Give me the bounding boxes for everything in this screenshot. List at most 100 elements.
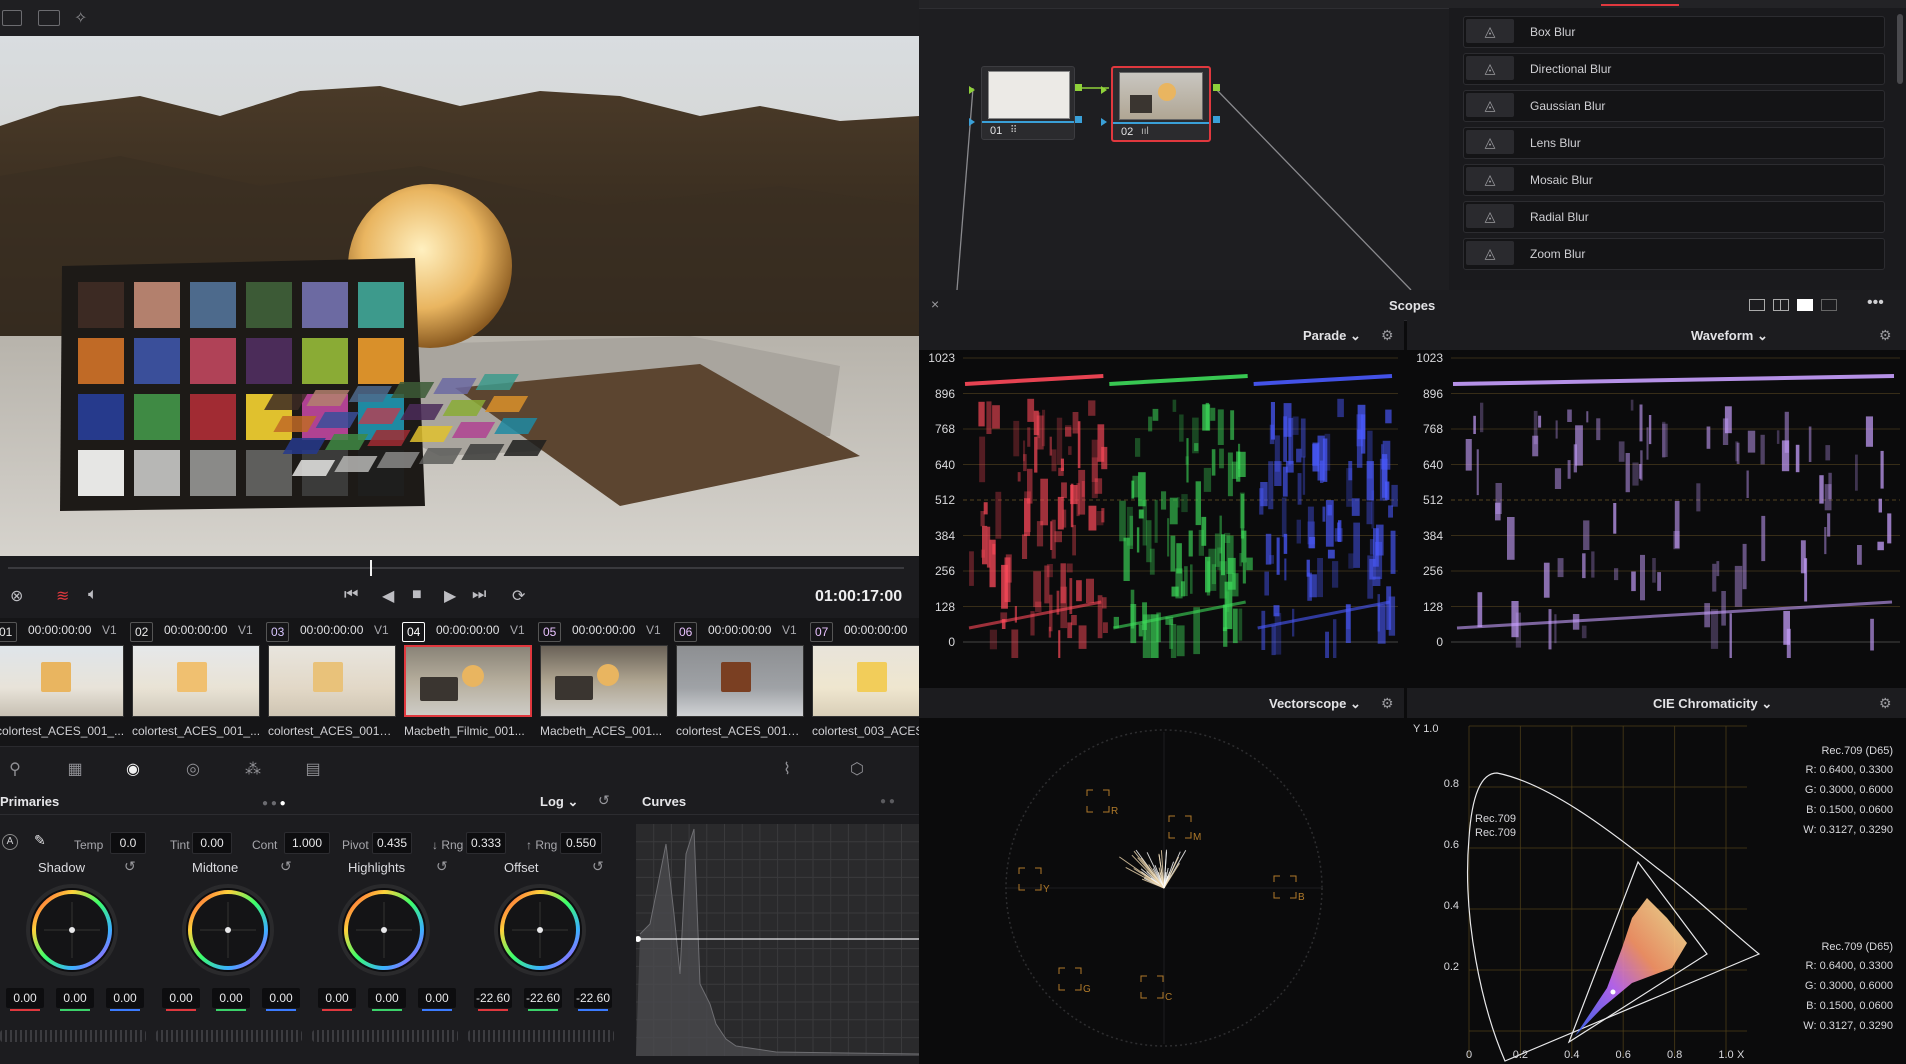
color-wheel[interactable] (22, 880, 122, 980)
scope-settings-icon[interactable]: ⚙︎ (1879, 695, 1892, 712)
layout-quad-alt-icon[interactable] (1821, 299, 1837, 311)
node-02[interactable]: 02 ııl (1111, 66, 1211, 142)
clip-06[interactable]: 06 00:00:00:00 V1 colortest_ACES_001_l... (674, 618, 809, 746)
node-01[interactable]: 01 ⠿ (981, 66, 1075, 140)
wheel-value[interactable]: -22.60 (474, 988, 512, 1008)
effect-item[interactable]: ◬ Radial Blur (1463, 201, 1885, 233)
wheel-reset-icon[interactable]: ↺ (436, 858, 448, 875)
clip-02[interactable]: 02 00:00:00:00 V1 colortest_ACES_001_... (130, 618, 265, 746)
wheel-value[interactable]: -22.60 (574, 988, 612, 1008)
layout-dual-icon[interactable] (1773, 299, 1789, 311)
stop-icon[interactable]: ■ (412, 586, 422, 604)
wheel-value[interactable]: 0.00 (212, 988, 250, 1008)
channel-indicator (422, 1009, 452, 1011)
node-input-alpha[interactable] (1101, 118, 1107, 126)
wheel-reset-icon[interactable]: ↺ (280, 858, 292, 875)
wheel-value[interactable]: 0.00 (106, 988, 144, 1008)
cie-select[interactable]: CIE Chromaticity ⌄ (1653, 696, 1772, 712)
vectorscope-select[interactable]: Vectorscope ⌄ (1269, 696, 1361, 712)
play-icon[interactable]: ▶︎ (444, 586, 456, 606)
node-output-alpha[interactable] (1213, 116, 1220, 123)
scope-settings-icon[interactable]: ⚙︎ (1381, 695, 1394, 712)
waveform-scope[interactable]: 1023 896 768 640 512 384 256 128 0 (1407, 350, 1906, 658)
node-output-rgb[interactable] (1213, 84, 1220, 91)
wheel-value[interactable]: 0.00 (418, 988, 456, 1008)
wheel-value[interactable]: 0.00 (56, 988, 94, 1008)
effect-item[interactable]: ◬ Lens Blur (1463, 127, 1885, 159)
effect-item[interactable]: ◬ Directional Blur (1463, 53, 1885, 85)
node-input-rgb[interactable] (1101, 86, 1107, 94)
wheel-value[interactable]: -22.60 (524, 988, 562, 1008)
wheel-value[interactable]: 0.00 (318, 988, 356, 1008)
wheel-value[interactable]: 0.00 (368, 988, 406, 1008)
wheel-reset-icon[interactable]: ↺ (592, 858, 604, 875)
viewer[interactable] (0, 36, 919, 556)
layout-quad-icon[interactable] (1797, 299, 1813, 311)
parade-scope[interactable]: 1023 896 768 640 512 384 256 128 0 (919, 350, 1404, 658)
scope-settings-icon[interactable]: ⚙︎ (1879, 327, 1892, 344)
node-grid-icon: ⠿ (1010, 125, 1017, 136)
master-wheel[interactable] (156, 1030, 302, 1042)
node-input-rgb[interactable] (969, 86, 975, 94)
node-output-alpha[interactable] (1075, 116, 1082, 123)
first-frame-icon[interactable]: ⏮︎ (344, 586, 358, 604)
cie-label: Rec.709 (1475, 813, 1516, 825)
mosaic-blur-icon: ◬ (1466, 167, 1514, 191)
effect-item[interactable]: ◬ Mosaic Blur (1463, 164, 1885, 196)
wheel-value[interactable]: 0.00 (6, 988, 44, 1008)
close-icon[interactable]: × (931, 296, 939, 312)
last-frame-icon[interactable]: ⏭︎ (472, 586, 486, 604)
clip-05[interactable]: 05 00:00:00:00 V1 Macbeth_ACES_001... (538, 618, 673, 746)
cie-label: 0.2 (1513, 1049, 1528, 1061)
scrubber-track[interactable] (8, 567, 904, 569)
camera-raw-icon[interactable]: ⚲ (4, 759, 26, 779)
color-wheel[interactable] (178, 880, 278, 980)
color-wheel[interactable] (490, 880, 590, 980)
curves-icon[interactable]: ⌇ (776, 759, 798, 779)
grid-icon[interactable] (38, 10, 60, 26)
clip-mode-icon[interactable]: ⊗ (10, 586, 23, 606)
magic-wand-icon[interactable]: ✧ (74, 8, 87, 28)
parade-select[interactable]: Parade ⌄ (1303, 328, 1361, 344)
playhead[interactable] (370, 560, 372, 576)
node-output-rgb[interactable] (1075, 84, 1082, 91)
effect-item[interactable]: ◬ Zoom Blur (1463, 238, 1885, 270)
master-wheel[interactable] (0, 1030, 146, 1042)
clip-01[interactable]: 01 00:00:00:00 V1 colortest_ACES_001_... (0, 618, 129, 746)
motion-effects-icon[interactable]: ▤ (302, 759, 324, 779)
cie-label: 0.8 (1667, 1049, 1682, 1061)
curve-graph[interactable] (636, 824, 919, 1056)
curves-dots[interactable]: ● ● (880, 796, 895, 807)
clip-thumbnail (0, 645, 124, 717)
effect-item[interactable]: ◬ Box Blur (1463, 16, 1885, 48)
wheel-reset-icon[interactable]: ↺ (124, 858, 136, 875)
color-wheel[interactable] (334, 880, 434, 980)
wheel-value[interactable]: 0.00 (262, 988, 300, 1008)
more-options-icon[interactable]: ••• (1867, 294, 1884, 312)
rgb-mixer-icon[interactable]: ⁂ (242, 759, 264, 779)
scope-settings-icon[interactable]: ⚙︎ (1381, 327, 1394, 344)
master-wheel[interactable] (312, 1030, 458, 1042)
color-match-icon[interactable]: ▦ (64, 759, 86, 779)
hdr-icon[interactable]: ◎ (182, 759, 204, 779)
scrollbar[interactable] (1897, 14, 1903, 84)
waveform-select[interactable]: Waveform ⌄ (1691, 328, 1768, 344)
clip-04[interactable]: 04 00:00:00:00 V1 Macbeth_Filmic_001... (402, 618, 537, 746)
node-editor[interactable]: 01 ⠿ 02 ııl (919, 0, 1449, 290)
node-input-alpha[interactable] (969, 118, 975, 126)
layout-single-icon[interactable] (1749, 299, 1765, 311)
master-wheel[interactable] (468, 1030, 614, 1042)
reverse-icon[interactable]: ◀︎ (382, 586, 394, 606)
layout-icon[interactable] (2, 10, 22, 26)
primaries-wheels-icon[interactable]: ◉ (122, 759, 144, 779)
cie-chromaticity[interactable]: Y 1.0 0.8 0.6 0.4 0.2 0 0.2 0.4 0.6 0.8 1.0 X Rec.70… (1407, 718, 1906, 1064)
clip-03[interactable]: 03 00:00:00:00 V1 colortest_ACES_001_l... (266, 618, 401, 746)
color-warper-icon[interactable]: ⬡ (846, 759, 868, 779)
wheel-value[interactable]: 0.00 (162, 988, 200, 1008)
layers-icon[interactable]: ≋ (56, 586, 69, 606)
cie-label: W: 0.3127, 0.3290 (1803, 824, 1893, 836)
vectorscope[interactable]: R M Y B G C (919, 718, 1404, 1064)
volume-icon[interactable]: 🔈︎ (88, 586, 98, 604)
effect-item[interactable]: ◬ Gaussian Blur (1463, 90, 1885, 122)
loop-icon[interactable]: ⟳ (512, 586, 525, 606)
